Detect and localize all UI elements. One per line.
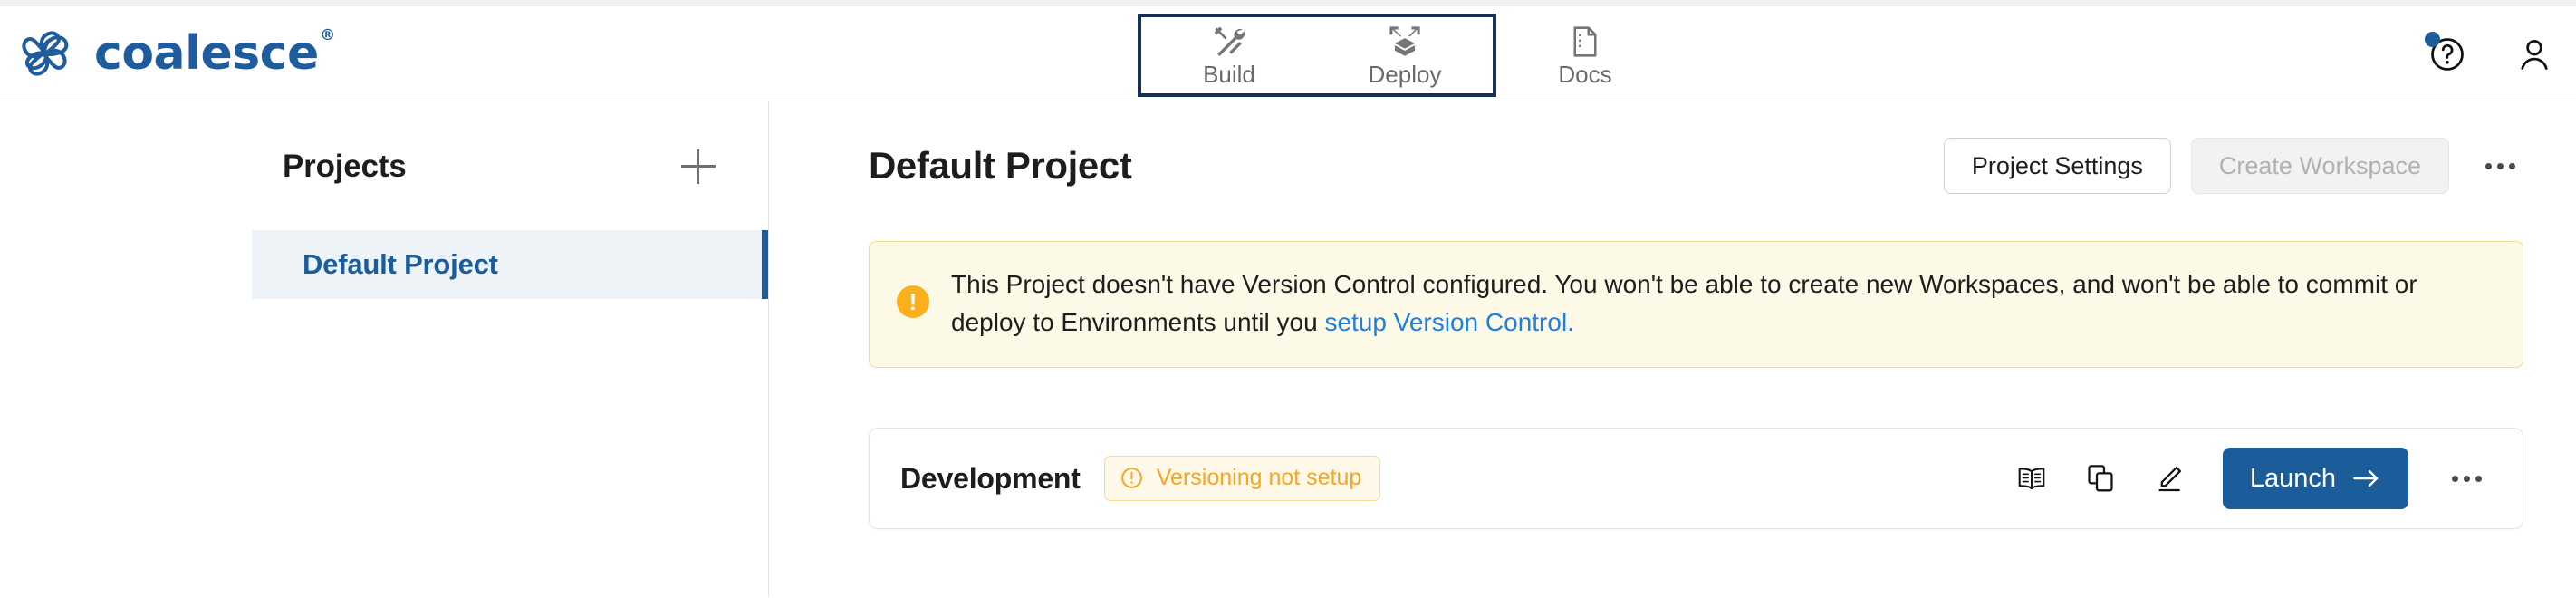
page-title: Default Project [869,144,1132,187]
project-header-actions: Project Settings Create Workspace [1943,138,2523,194]
account-avatar-button[interactable] [2514,34,2554,74]
sidebar-item-label: Default Project [303,248,498,280]
sidebar-title: Projects [283,149,407,184]
project-overflow-menu-button[interactable] [2476,142,2523,189]
ellipsis-dot [2475,475,2482,482]
nav-item-deploy[interactable]: Deploy [1317,17,1493,93]
version-control-warning-banner: ! This Project doesn't have Version Cont… [869,241,2523,368]
copy-icon [2088,465,2113,492]
arrow-right-icon [2353,469,2379,487]
workspace-card-actions: Launch [2011,448,2490,509]
banner-message-text: This Project doesn't have Version Contro… [951,270,2417,336]
header-right-actions [2425,6,2554,101]
setup-version-control-link[interactable]: setup Version Control. [1324,308,1574,336]
workspace-docs-button[interactable] [2011,458,2052,499]
warning-exclamation-icon: ! [897,285,929,318]
workspace-card-left: Development Versioning not setup [900,456,1381,501]
sidebar-item-default-project[interactable]: Default Project [252,230,768,299]
sidebar-header: Projects [0,149,768,185]
launch-button-label: Launch [2249,463,2336,493]
book-icon [2018,468,2045,490]
status-badge: Versioning not setup [1103,456,1381,501]
nav-item-deploy-label: Deploy [1368,60,1442,88]
project-settings-button[interactable]: Project Settings [1943,138,2171,194]
help-button[interactable] [2425,31,2467,74]
workspace-name: Development [900,461,1081,495]
status-badge-label: Versioning not setup [1156,465,1362,490]
window-top-strip [0,0,2576,6]
document-icon [1570,25,1600,58]
help-notification-dot [2425,31,2440,47]
user-avatar-icon [2521,39,2548,70]
brand-wordmark: coalesce ® [94,28,335,78]
nav-item-build[interactable]: Build [1141,17,1317,93]
ellipsis-dot [2496,162,2504,169]
projects-sidebar: Projects Default Project [0,101,769,597]
app-body: Projects Default Project Default Project… [0,101,2576,597]
add-project-plus-icon[interactable] [681,150,716,184]
alert-circle-icon [1120,468,1142,488]
workspace-duplicate-button[interactable] [2080,458,2121,499]
brand-name-text: coalesce [94,26,319,81]
registered-trademark-symbol: ® [320,26,335,44]
ellipsis-dot [2508,162,2515,169]
ellipsis-dot [2485,162,2492,169]
tools-icon [1212,25,1246,58]
workspace-edit-button[interactable] [2148,458,2190,499]
pencil-icon [2158,466,2181,492]
brand-logo[interactable]: coalesce ® [0,25,335,82]
banner-message: This Project doesn't have Version Contro… [951,265,2494,342]
project-main-panel: Default Project Project Settings Create … [769,101,2576,597]
app-header: coalesce ® Build Deploy Docs [0,6,2576,101]
create-workspace-button[interactable]: Create Workspace [2190,138,2449,194]
nav-item-docs-label: Docs [1558,60,1612,88]
nav-item-docs[interactable]: Docs [1496,14,1674,97]
ellipsis-dot [2463,475,2470,482]
coalesce-spiral-logo-icon [22,31,69,76]
workspace-overflow-menu-button[interactable] [2443,455,2490,502]
project-header: Default Project Project Settings Create … [869,138,2523,194]
ellipsis-dot [2451,475,2458,482]
nav-highlight-group: Build Deploy [1138,14,1496,97]
deploy-box-icon [1387,25,1423,58]
nav-item-build-label: Build [1203,60,1255,88]
launch-workspace-button[interactable]: Launch [2222,448,2408,509]
main-navigation: Build Deploy Docs [1138,14,1674,101]
workspace-card[interactable]: Development Versioning not setup Launch [869,428,2523,529]
